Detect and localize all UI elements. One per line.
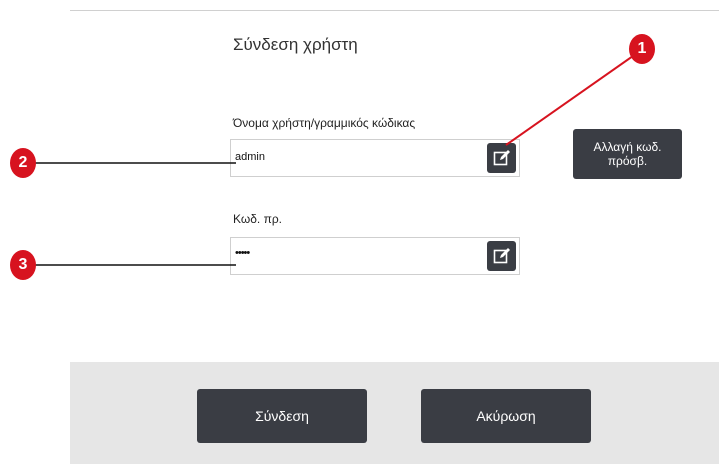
callout-line-1 <box>505 48 644 146</box>
callout-lines <box>30 48 644 266</box>
callout-1: 1 <box>629 34 655 64</box>
callout-3: 3 <box>10 250 36 280</box>
callout-2: 2 <box>10 148 36 178</box>
